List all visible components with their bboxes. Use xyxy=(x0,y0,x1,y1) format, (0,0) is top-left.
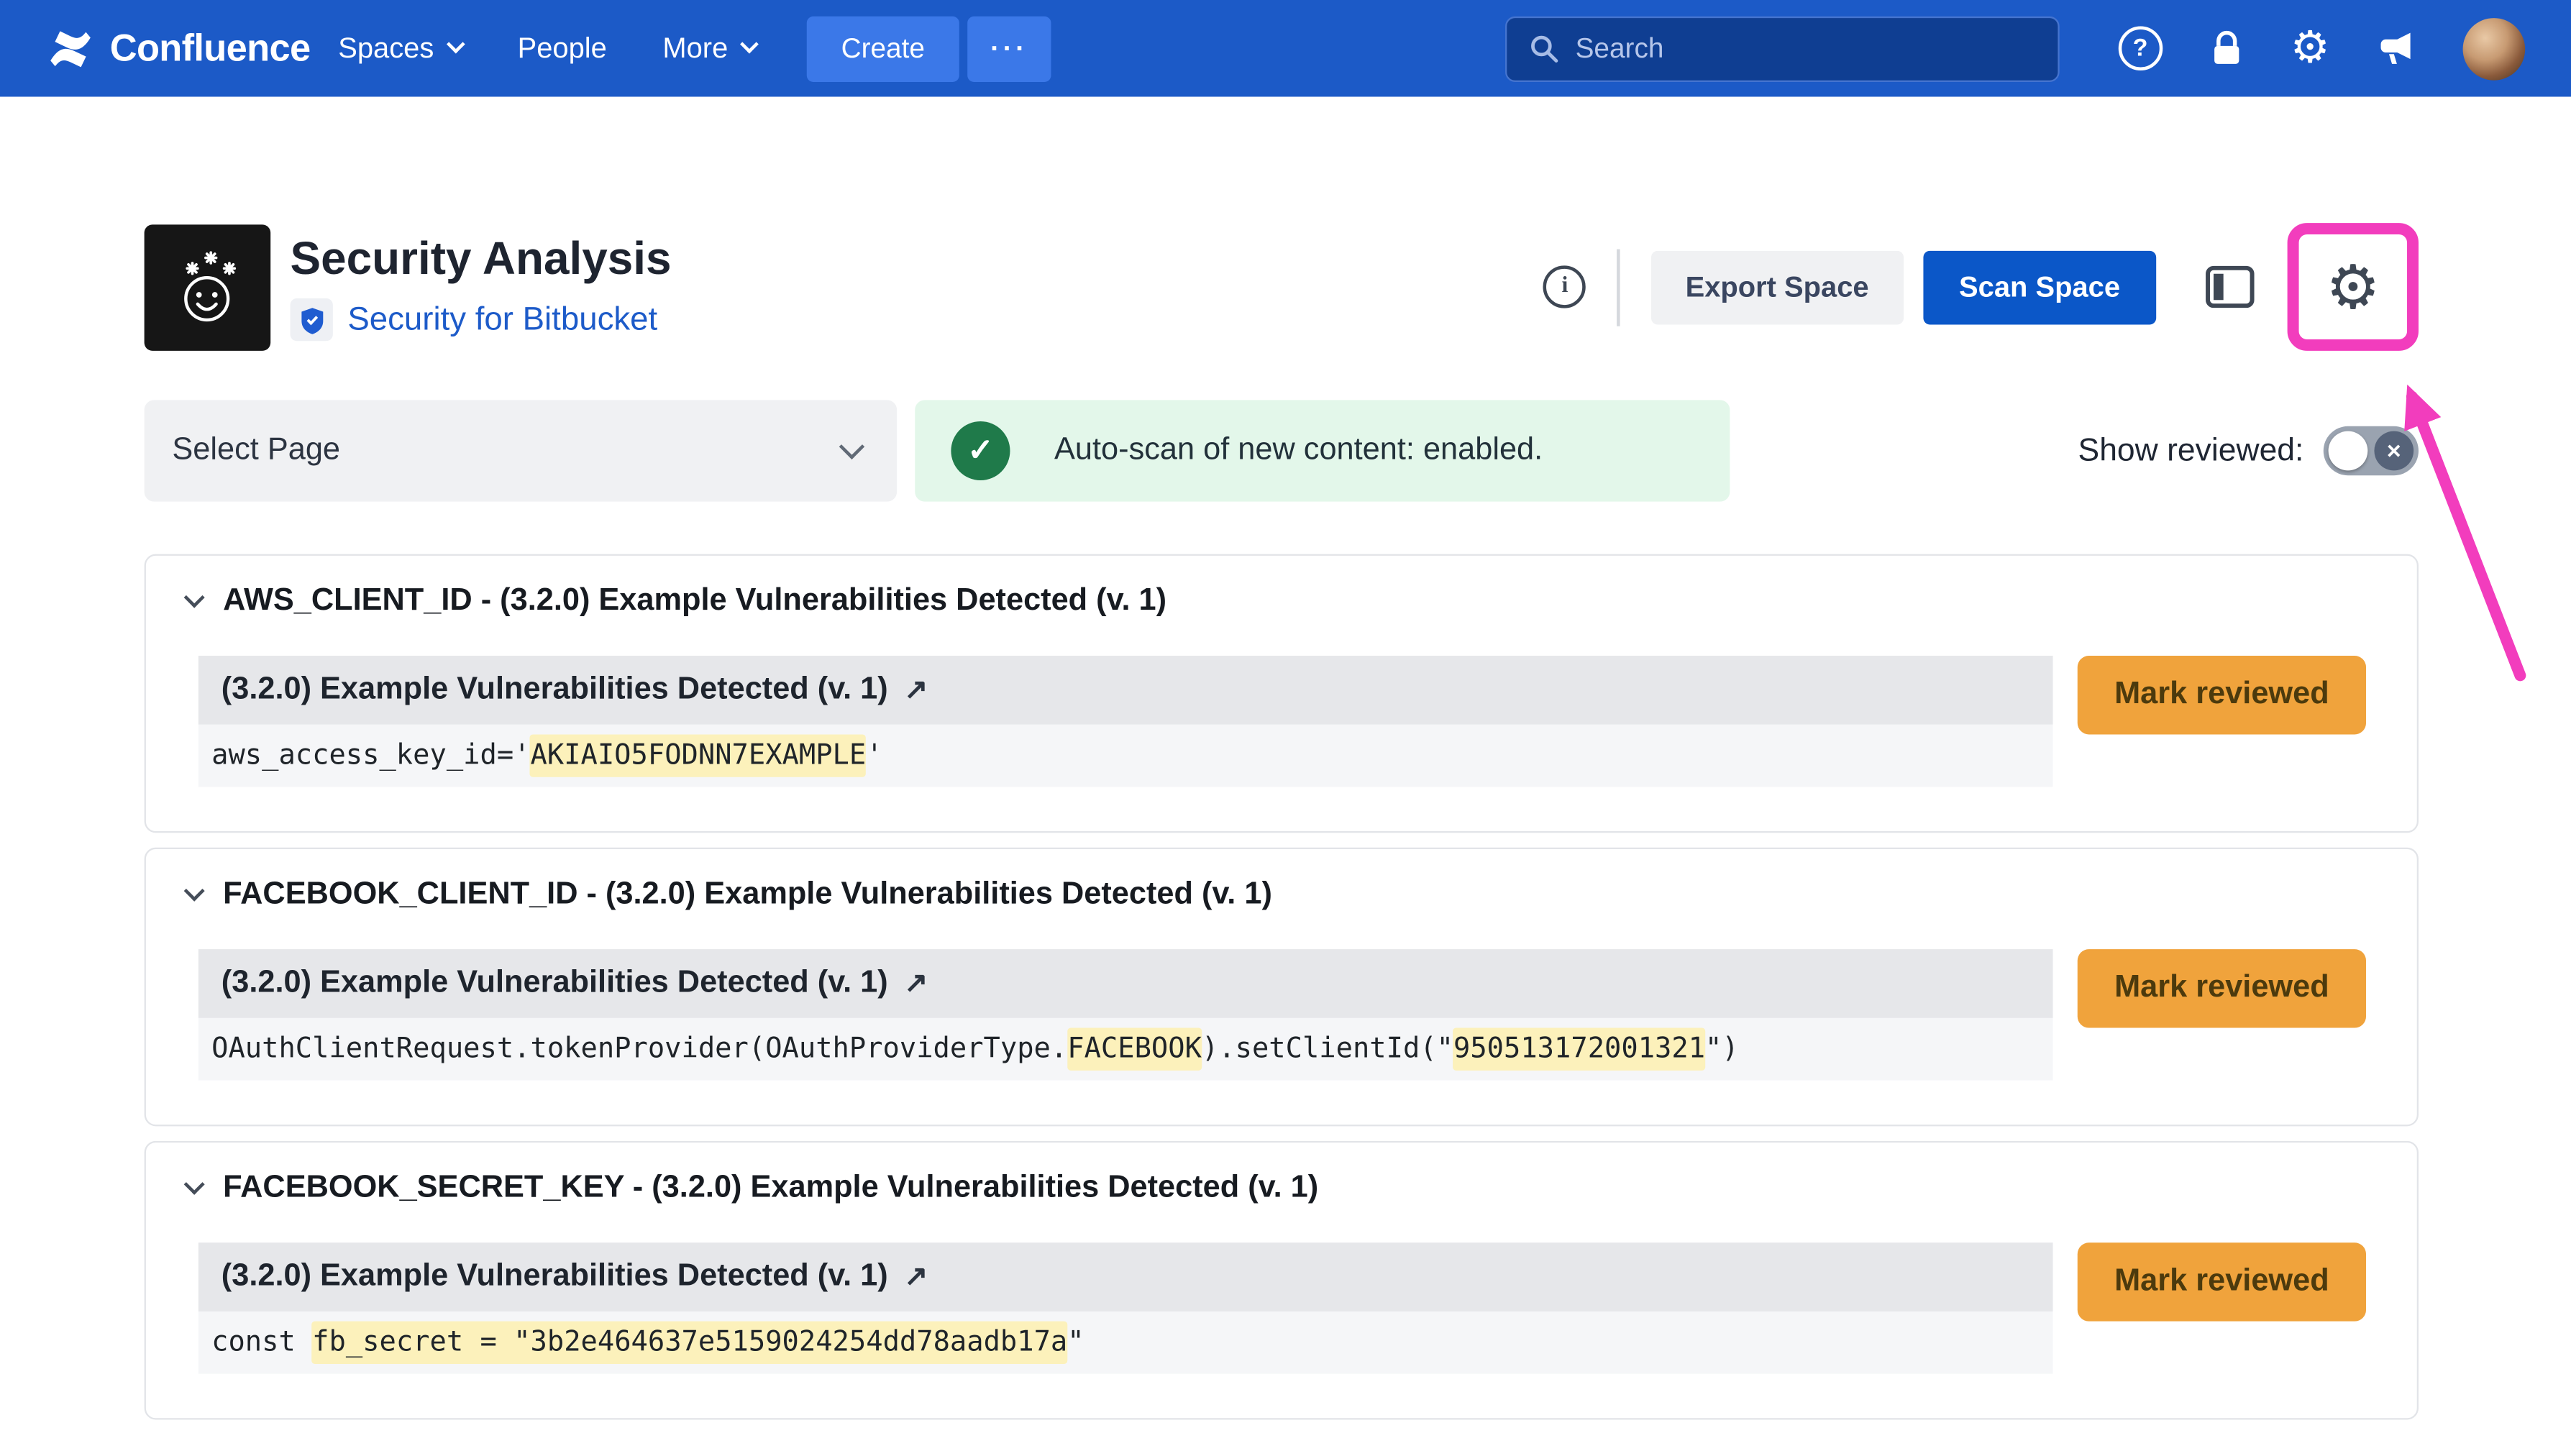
show-reviewed-control: Show reviewed: × xyxy=(2078,426,2419,475)
finding-source-label: (3.2.0) Example Vulnerabilities Detected… xyxy=(222,966,888,1002)
page-header: Security Analysis Security for Bitbucket… xyxy=(145,223,2419,351)
export-space-button[interactable]: Export Space xyxy=(1651,250,1904,324)
external-link-icon: ↗ xyxy=(905,674,928,707)
sidebar-layout-icon xyxy=(2206,265,2255,308)
scan-space-button[interactable]: Scan Space xyxy=(1923,250,2156,324)
help-button[interactable]: ? xyxy=(2118,26,2163,70)
space-link[interactable]: Security for Bitbucket xyxy=(347,301,657,339)
avatar xyxy=(2463,17,2526,80)
nav-more[interactable]: More xyxy=(635,0,784,97)
chevron-down-icon xyxy=(740,35,759,54)
finding-card: FACEBOOK_SECRET_KEY - (3.2.0) Example Vu… xyxy=(145,1141,2419,1420)
navbar-icons: ? ⚙ xyxy=(2118,17,2525,80)
finding-page-link[interactable]: (3.2.0) Example Vulnerabilities Detected… xyxy=(198,949,2053,1018)
gear-icon: ⚙ xyxy=(2291,26,2330,70)
space-avatar-art xyxy=(160,239,255,334)
select-page-dropdown[interactable]: Select Page xyxy=(145,400,898,501)
settings-button[interactable]: ⚙ xyxy=(2291,26,2330,70)
search-box[interactable] xyxy=(1505,16,2060,81)
finding-card: FACEBOOK_CLIENT_ID - (3.2.0) Example Vul… xyxy=(145,848,2419,1127)
info-icon: i xyxy=(1543,265,1586,308)
finding-code: OAuthClientRequest.tokenProvider(OAuthPr… xyxy=(198,1018,2053,1081)
gear-icon: ⚙ xyxy=(2326,257,2380,317)
finding-page-link[interactable]: (3.2.0) Example Vulnerabilities Detected… xyxy=(198,656,2053,725)
select-page-label: Select Page xyxy=(172,433,340,469)
space-settings-gear-button[interactable]: ⚙ xyxy=(2326,257,2380,317)
space-type-badge xyxy=(291,298,333,341)
finding-code: const fb_secret = "3b2e464637e5159024254… xyxy=(198,1311,2053,1374)
chevron-down-icon xyxy=(839,433,864,458)
lock-icon xyxy=(2209,29,2245,68)
nav-more-label: More xyxy=(662,31,728,65)
search-input[interactable] xyxy=(1576,32,2037,65)
finding-page-link[interactable]: (3.2.0) Example Vulnerabilities Detected… xyxy=(198,1242,2053,1311)
finding-source-label: (3.2.0) Example Vulnerabilities Detected… xyxy=(222,672,888,708)
space-avatar xyxy=(145,224,271,350)
nav-spaces[interactable]: Spaces xyxy=(310,0,489,97)
collapse-chevron-icon[interactable] xyxy=(184,1174,205,1195)
collapse-chevron-icon[interactable] xyxy=(184,587,205,608)
finding-title: FACEBOOK_CLIENT_ID - (3.2.0) Example Vul… xyxy=(223,877,1272,913)
confluence-logo-icon xyxy=(46,24,95,73)
mark-reviewed-button[interactable]: Mark reviewed xyxy=(2078,1242,2366,1321)
brand-name: Confluence xyxy=(110,26,311,70)
divider xyxy=(1617,248,1620,325)
check-icon: ✓ xyxy=(951,421,1010,480)
top-navbar: Confluence Spaces People More Create ··· xyxy=(0,0,2571,97)
toggle-knob xyxy=(2329,431,2368,471)
external-link-icon: ↗ xyxy=(905,1260,928,1294)
finding-title: AWS_CLIENT_ID - (3.2.0) Example Vulnerab… xyxy=(223,584,1166,620)
more-actions-button[interactable]: ··· xyxy=(967,16,1051,81)
autoscan-status-text: Auto-scan of new content: enabled. xyxy=(1054,433,1543,469)
finding-card: AWS_CLIENT_ID - (3.2.0) Example Vulnerab… xyxy=(145,554,2419,833)
mark-reviewed-button[interactable]: Mark reviewed xyxy=(2078,656,2366,734)
create-button[interactable]: Create xyxy=(807,16,959,81)
search-icon xyxy=(1527,33,1558,64)
shield-icon xyxy=(299,306,324,334)
feedback-button[interactable] xyxy=(2376,29,2417,67)
nav-people[interactable]: People xyxy=(490,0,635,97)
nav-spaces-label: Spaces xyxy=(338,31,434,65)
main-content: Security Analysis Security for Bitbucket… xyxy=(0,223,2571,1419)
finding-source-label: (3.2.0) Example Vulnerabilities Detected… xyxy=(222,1259,888,1295)
page-title: Security Analysis xyxy=(291,233,672,285)
sidebar-toggle-button[interactable] xyxy=(2206,265,2255,308)
autoscan-status-banner: ✓ Auto-scan of new content: enabled. xyxy=(915,400,1730,501)
header-actions: i Export Space Scan Space ⚙ xyxy=(1543,223,2419,351)
show-reviewed-toggle[interactable]: × xyxy=(2324,426,2419,475)
finding-title: FACEBOOK_SECRET_KEY - (3.2.0) Example Vu… xyxy=(223,1171,1318,1207)
finding-code: aws_access_key_id='AKIAIO5FODNN7EXAMPLE' xyxy=(198,725,2053,787)
controls-row: Select Page ✓ Auto-scan of new content: … xyxy=(145,400,2419,501)
external-link-icon: ↗ xyxy=(905,967,928,1000)
show-reviewed-label: Show reviewed: xyxy=(2078,432,2304,470)
nav-people-label: People xyxy=(518,31,607,65)
question-mark-icon: ? xyxy=(2118,26,2163,70)
info-button[interactable]: i xyxy=(1543,265,1586,308)
profile-button[interactable] xyxy=(2463,17,2526,80)
annotation-highlight-box: ⚙ xyxy=(2288,223,2419,351)
megaphone-icon xyxy=(2376,29,2417,67)
collapse-chevron-icon[interactable] xyxy=(184,881,205,902)
admin-lock-button[interactable] xyxy=(2209,29,2245,68)
confluence-page: Confluence Spaces People More Create ··· xyxy=(0,0,2571,1456)
chevron-down-icon xyxy=(446,35,465,54)
close-icon: × xyxy=(2374,431,2414,471)
mark-reviewed-button[interactable]: Mark reviewed xyxy=(2078,949,2366,1027)
confluence-logo[interactable]: Confluence xyxy=(46,24,311,73)
